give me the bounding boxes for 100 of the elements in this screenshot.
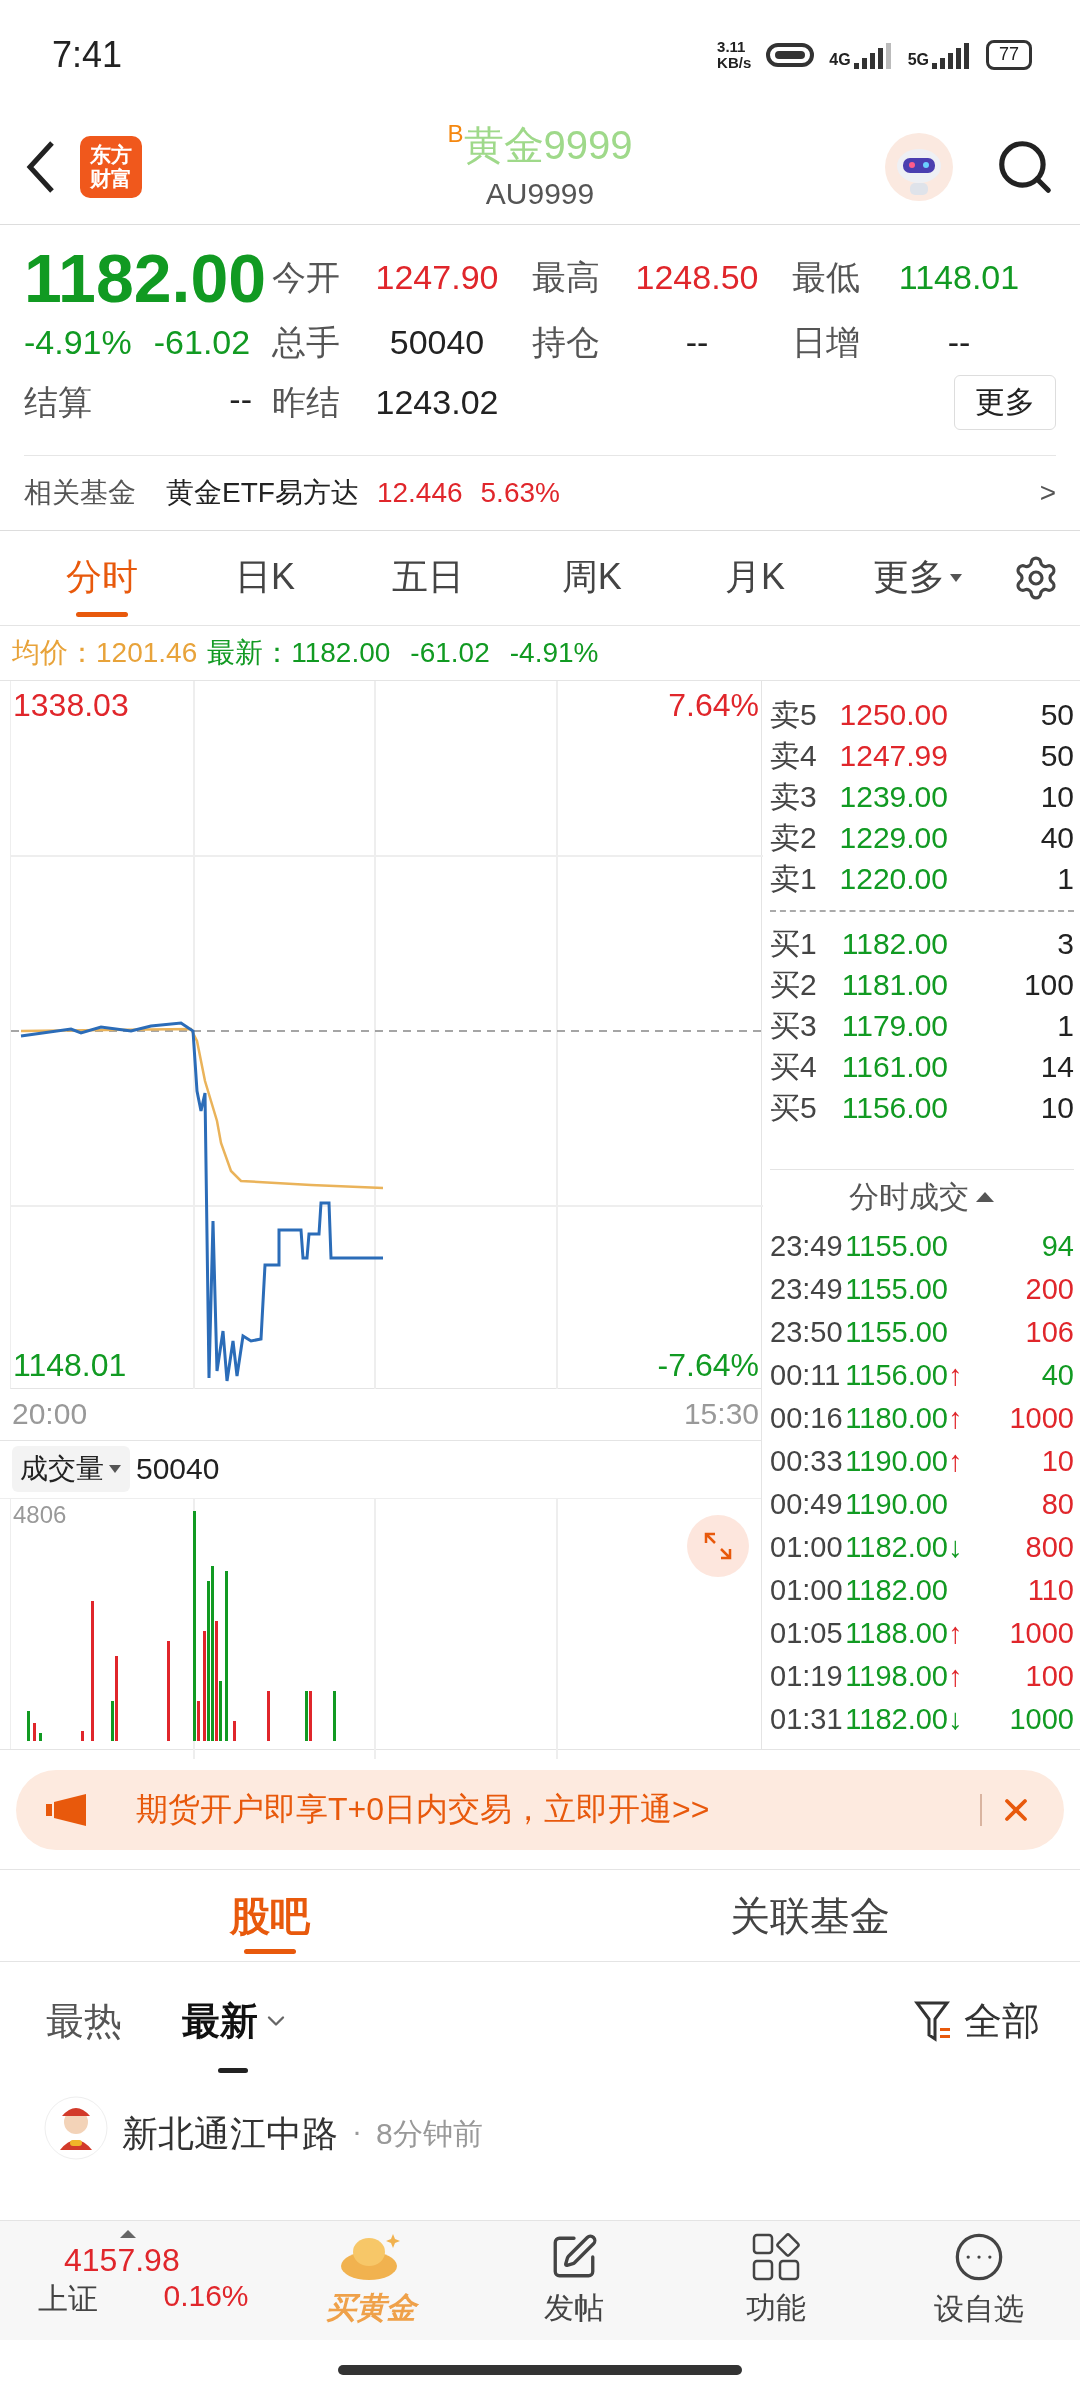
author-name[interactable]: 新北通江中路	[122, 2110, 338, 2160]
trade-price: 1182.00	[844, 1530, 948, 1564]
battery-level: 77	[985, 39, 1032, 70]
promo-text: 期货开户即享T+0日内交易，立即开通>>	[136, 1789, 711, 1829]
chart-tab[interactable]: 月K	[673, 530, 837, 626]
stat-label: 最高	[532, 256, 600, 298]
chart-tab[interactable]: 分时	[20, 530, 184, 626]
fund-name[interactable]: 黄金ETF易方达	[166, 473, 359, 512]
trade-price: 1182.00	[844, 1573, 948, 1607]
filter-button[interactable]: 全部	[914, 1995, 1040, 2047]
ask-price: 1250.00	[838, 698, 948, 733]
bid-price: 1179.00	[840, 1009, 948, 1044]
bid-volume: 10	[1039, 1091, 1074, 1126]
latest-label: 最新：	[207, 635, 292, 670]
nav-item[interactable]: 发帖	[472, 2232, 675, 2330]
trade-volume: 1000	[1008, 1702, 1074, 1736]
ask-volume: 1	[1056, 862, 1074, 897]
up-caret-icon	[120, 2229, 136, 2238]
stat-value: 50040	[389, 323, 485, 363]
stat-value: 1248.50	[635, 258, 759, 298]
ask-volume: 40	[1039, 821, 1074, 856]
bid-label: 买5	[770, 1089, 818, 1126]
nav-item[interactable]: 设自选	[877, 2231, 1080, 2331]
trade-time: 01:05	[770, 1616, 842, 1650]
chart-tab[interactable]: 五日	[346, 530, 510, 626]
caret-icon	[949, 572, 964, 583]
trades-title[interactable]: 分时成交	[849, 1176, 969, 1218]
trade-price: 1155.00	[844, 1272, 948, 1306]
ask-price: 1229.00	[838, 821, 948, 856]
bid-price: 1181.00	[840, 968, 948, 1003]
index-change: 0.16%	[163, 2278, 250, 2314]
sort-option[interactable]: 最热	[46, 1995, 122, 2047]
trade-volume: 200	[1024, 1272, 1074, 1306]
axis-high-label: 1338.03	[13, 686, 129, 724]
caret-icon	[108, 1464, 122, 1475]
stat-label: 昨结	[272, 381, 340, 423]
community-tab[interactable]: 关联基金	[540, 1870, 1080, 1963]
signal-icon	[931, 40, 972, 69]
stat-value: 1243.02	[375, 383, 499, 423]
status-time: 7:41	[52, 33, 123, 76]
stat-label: 日增	[792, 321, 860, 363]
trade-volume: 80	[1040, 1487, 1074, 1521]
end-time: 15:30	[683, 1397, 759, 1432]
post-time: 8分钟前	[376, 2116, 483, 2153]
community-tab[interactable]: 股吧	[0, 1870, 540, 1963]
latest-value: 1182.00	[291, 636, 391, 669]
trade-price: 1155.00	[844, 1315, 948, 1349]
bid-price: 1161.00	[840, 1050, 948, 1085]
speed-value: 3.11	[717, 38, 747, 55]
trade-price: 1198.00	[844, 1659, 948, 1693]
chart-tab[interactable]: 周K	[510, 530, 674, 626]
stat-label: 最低	[792, 256, 860, 298]
network-label: 5G	[907, 50, 929, 69]
trade-price: 1182.00	[844, 1702, 948, 1736]
bid-volume: 100	[1022, 968, 1074, 1003]
chart-tab[interactable]: 日K	[183, 530, 347, 626]
ask-price: 1239.00	[838, 780, 948, 815]
bid-label: 买4	[770, 1048, 818, 1085]
stat-value: --	[685, 323, 709, 363]
trade-time: 00:49	[770, 1487, 842, 1521]
trade-volume: 1000	[1008, 1616, 1074, 1650]
fund-change: 5.63%	[480, 476, 560, 509]
change-amount: -61.02	[153, 323, 251, 363]
ask-label: 卖5	[770, 696, 818, 733]
trade-volume: 106	[1024, 1315, 1074, 1349]
trade-arrow: ↓	[948, 1702, 964, 1736]
trade-time: 00:11	[770, 1358, 842, 1392]
volume-max-label: 4806	[13, 1500, 67, 1529]
nav-item[interactable]: 功能	[675, 2232, 878, 2330]
avg-value: 1201.46	[96, 636, 198, 669]
bid-label: 买3	[770, 1007, 818, 1044]
robot-avatar-icon[interactable]	[884, 131, 954, 202]
bid-price: 1182.00	[840, 927, 948, 962]
ask-label: 卖4	[770, 737, 818, 774]
trade-volume: 110	[1026, 1573, 1074, 1607]
stat-value: 1247.90	[375, 258, 499, 298]
avg-label: 均价：	[12, 635, 96, 670]
volume-selector[interactable]: 成交量	[12, 1446, 130, 1493]
trade-price: 1188.00	[844, 1616, 948, 1650]
trade-arrow: ↓	[948, 1530, 964, 1564]
ask-price: 1220.00	[838, 862, 948, 897]
ask-volume: 50	[1039, 698, 1074, 733]
chart-tab[interactable]: 更多	[836, 530, 1000, 626]
ask-label: 卖1	[770, 860, 818, 897]
bid-volume: 1	[1056, 1009, 1074, 1044]
speed-unit: KB/s	[717, 54, 752, 71]
trade-time: 00:33	[770, 1444, 842, 1478]
trade-time: 23:50	[770, 1315, 842, 1349]
symbol-code: AU9999	[485, 176, 595, 211]
bid-label: 买1	[770, 925, 818, 962]
stat-label: 持仓	[532, 321, 600, 363]
axis-low-percent: -7.64%	[657, 1346, 759, 1384]
fund-label: 相关基金	[24, 475, 136, 510]
ask-label: 卖3	[770, 778, 818, 815]
fund-arrow[interactable]: >	[1039, 476, 1056, 509]
stat-value: 1148.01	[898, 258, 1020, 298]
latest-change: -61.02	[410, 636, 490, 669]
axis-high-percent: 7.64%	[668, 686, 759, 724]
more-button[interactable]: 更多	[954, 375, 1056, 431]
trade-time: 00:16	[770, 1401, 842, 1435]
